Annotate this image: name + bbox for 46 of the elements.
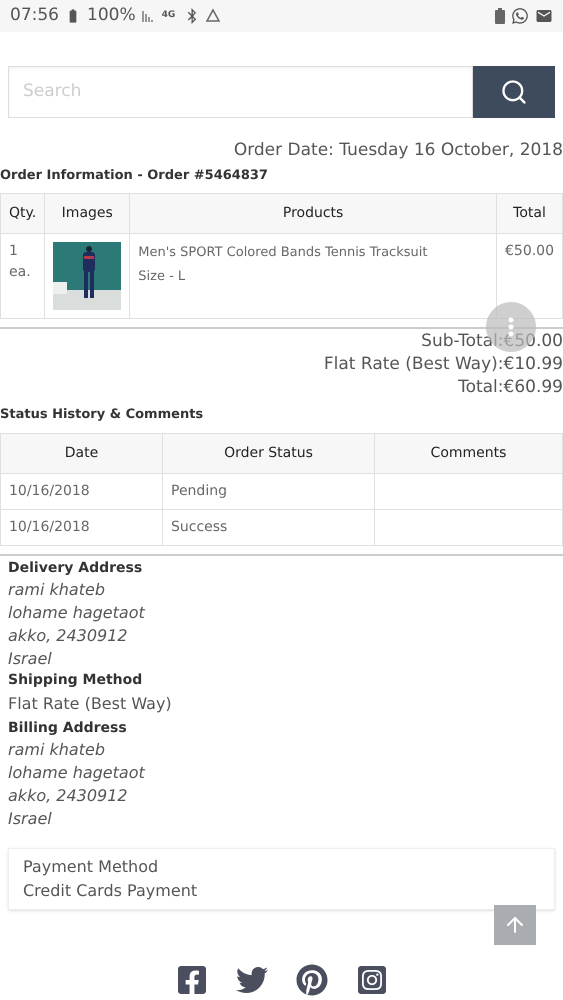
column-header: Products [130,194,496,234]
signal-icon [142,9,156,23]
section-title: Delivery Address [8,558,144,578]
address-line: Israel [8,648,53,670]
total-line: Flat Rate (Best Way):€10.99 [324,353,563,376]
column-header: Order Status [162,433,374,473]
address-line: rami khateb [8,738,106,760]
order-title: Order Information - Order #5464837 [0,166,269,184]
clock: 07:56 [10,4,59,28]
pinterest-icon[interactable] [296,964,328,996]
column-header: Comments [374,433,562,473]
payment-title: Payment Method [23,856,158,878]
column-header: Date [0,433,162,473]
table-cell: 10/16/2018 [0,509,162,545]
section-title: Status History & Comments [0,406,204,424]
search-icon [500,78,528,106]
method-text: Flat Rate (Best Way) [8,692,173,714]
column-header: Images [44,194,130,234]
total-line: Total:€60.99 [458,376,563,399]
chat-icon [511,7,529,25]
table-cell: 1 ea. [0,234,45,318]
facebook-icon[interactable] [176,964,208,996]
table-cell: Success [162,509,374,545]
section-title: Shipping Method [8,670,144,690]
battery-level: 100% [87,4,136,28]
address-line: akko, 2430912 [8,784,129,806]
table-cell: 10/16/2018 [0,473,162,509]
battery-saver-icon [495,8,505,24]
address-line: akko, 2430912 [8,624,129,646]
address-line: lohame hagetaot [8,762,146,784]
instagram-icon[interactable] [356,964,388,996]
mail-icon [535,7,553,25]
product-option: Size - L [138,265,488,289]
address-line: rami khateb [8,578,106,600]
total-line: Sub-Total:€50.00 [421,330,563,353]
payment-value: Credit Cards Payment [23,880,198,902]
search-button[interactable] [473,66,555,118]
product-name: Men's SPORT Colored Bands Tennis Tracksuit [138,244,428,262]
table-cell: Pending [162,473,374,509]
address-line: Israel [8,808,53,830]
section-title: Billing Address [8,718,128,738]
address-line: lohame hagetaot [8,602,146,624]
column-header: Qty. [0,194,45,234]
network-type: 4G [162,9,176,22]
order-date: Order Date: Tuesday 16 October, 2018 [234,139,563,162]
column-header: Total [496,194,562,234]
